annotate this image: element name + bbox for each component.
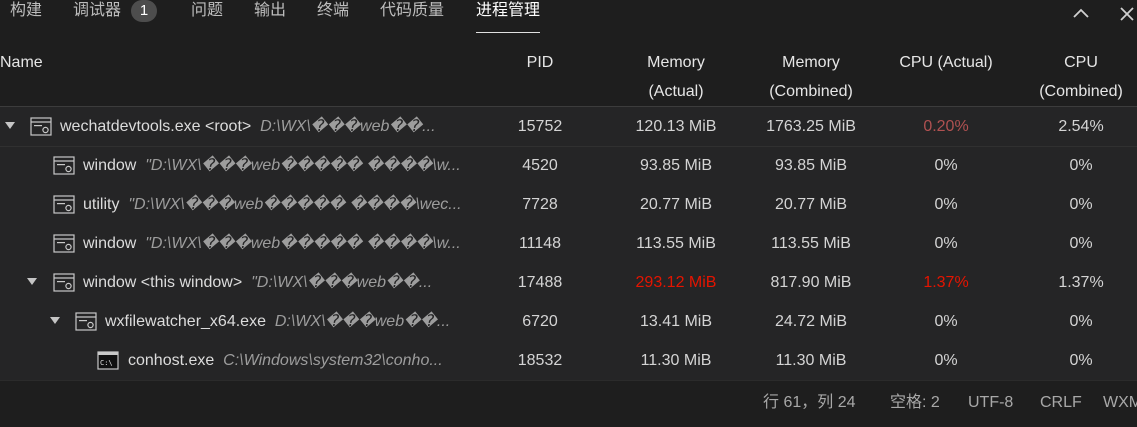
tab-debugger[interactable]: 调试器 1 — [73, 0, 158, 32]
memory-actual-cell: 11.30 MiB — [640, 352, 712, 369]
cpu-combined-cell: 0% — [1069, 313, 1093, 330]
cpu-combined-cell: 1.37% — [1058, 274, 1104, 291]
cpu-actual-cell: 0% — [934, 313, 958, 330]
status-bar: 行 61，列 24 空格: 2 UTF-8 CRLF WXML — [0, 380, 1137, 427]
table-row[interactable]: window "D:\WX\���web����� ����\w... 1114… — [0, 224, 1137, 263]
memory-actual-cell: 120.13 MiB — [635, 118, 717, 135]
memory-actual-cell: 93.85 MiB — [639, 157, 713, 174]
column-header-memory-actual[interactable]: Memory (Actual) — [616, 48, 736, 106]
process-name-cell: window "D:\WX\���web����� ����\w... — [83, 235, 461, 252]
cpu-actual-cell: 1.37% — [923, 274, 969, 291]
table-row[interactable]: window <this window> "D:\WX\���web��... … — [0, 263, 1137, 302]
table-row[interactable]: wechatdevtools.exe <root> D:\WX\���web��… — [0, 107, 1137, 147]
process-table-header: Name PID Memory (Actual) Memory (Combine… — [0, 48, 1137, 107]
process-table-body: wechatdevtools.exe <root> D:\WX\���web��… — [0, 107, 1137, 380]
tab-code-quality[interactable]: 代码质量 — [380, 0, 444, 32]
debugger-count-badge: 1 — [131, 0, 158, 22]
memory-combined-cell: 11.30 MiB — [775, 352, 847, 369]
memory-actual-cell: 13.41 MiB — [639, 313, 713, 330]
process-name-cell: window "D:\WX\���web����� ����\w... — [83, 157, 461, 174]
cpu-combined-cell: 0% — [1069, 352, 1093, 369]
process-icon — [53, 234, 75, 253]
memory-combined-cell: 93.85 MiB — [774, 157, 848, 174]
tab-output[interactable]: 输出 — [254, 0, 286, 32]
indentation-setting[interactable]: 空格: 2 — [890, 381, 940, 425]
cpu-combined-cell: 0% — [1069, 235, 1093, 252]
console-icon: C:\ — [97, 351, 119, 370]
panel-tab-bar: 构建 调试器 1 问题 输出 终端 代码质量 进程管理 — [0, 0, 1137, 36]
pid-cell: 11148 — [518, 235, 562, 252]
pid-cell: 18532 — [517, 352, 563, 369]
close-icon[interactable] — [1116, 3, 1137, 25]
cpu-combined-cell: 0% — [1069, 157, 1093, 174]
process-name-cell: conhost.exe C:\Windows\system32\conho... — [128, 352, 443, 369]
cpu-actual-cell: 0% — [934, 157, 958, 174]
process-icon — [53, 273, 75, 292]
column-header-memory-combined[interactable]: Memory (Combined) — [751, 48, 871, 106]
process-icon — [75, 312, 97, 331]
file-encoding[interactable]: UTF-8 — [968, 381, 1013, 425]
table-row[interactable]: C:\ conhost.exe C:\Windows\system32\conh… — [0, 341, 1137, 380]
expand-toggle-icon[interactable] — [5, 122, 15, 129]
cpu-actual-cell: 0% — [934, 235, 958, 252]
cpu-actual-cell: 0% — [934, 196, 958, 213]
tab-build[interactable]: 构建 — [10, 0, 42, 32]
tab-process-manager[interactable]: 进程管理 — [476, 0, 541, 33]
process-icon — [53, 156, 75, 175]
process-name-cell: utility "D:\WX\���web����� ����\wec... — [83, 196, 462, 213]
tab-problems[interactable]: 问题 — [191, 0, 223, 32]
pid-cell: 7728 — [522, 196, 558, 213]
cpu-actual-cell: 0% — [934, 352, 958, 369]
pid-cell: 15752 — [517, 118, 563, 135]
svg-text:C:\: C:\ — [100, 359, 113, 367]
memory-combined-cell: 1763.25 MiB — [766, 118, 856, 135]
memory-actual-cell: 293.12 MiB — [635, 274, 717, 291]
memory-combined-cell: 817.90 MiB — [770, 274, 852, 291]
pid-cell: 4520 — [522, 157, 558, 174]
memory-combined-cell: 24.72 MiB — [774, 313, 848, 330]
column-header-pid[interactable]: PID — [500, 48, 580, 77]
pid-cell: 6720 — [522, 313, 558, 330]
process-name-cell: wxfilewatcher_x64.exe D:\WX\���web��... — [105, 313, 451, 330]
expand-toggle-icon[interactable] — [27, 278, 37, 285]
process-icon — [53, 195, 75, 214]
cpu-actual-cell: 0.20% — [923, 118, 969, 135]
column-header-name[interactable]: Name — [0, 48, 43, 77]
column-header-cpu-actual[interactable]: CPU (Actual) — [880, 48, 1012, 77]
chevron-up-icon[interactable] — [1070, 3, 1092, 25]
process-icon — [30, 117, 52, 136]
tab-terminal[interactable]: 终端 — [317, 0, 349, 32]
memory-combined-cell: 20.77 MiB — [774, 196, 848, 213]
memory-combined-cell: 113.55 MiB — [771, 235, 851, 252]
memory-actual-cell: 113.55 MiB — [636, 235, 716, 252]
column-header-cpu-combined[interactable]: CPU (Combined) — [1025, 48, 1137, 106]
cpu-combined-cell: 2.54% — [1058, 118, 1104, 135]
memory-actual-cell: 20.77 MiB — [639, 196, 713, 213]
table-row[interactable]: utility "D:\WX\���web����� ����\wec... 7… — [0, 185, 1137, 224]
table-row[interactable]: wxfilewatcher_x64.exe D:\WX\���web��... … — [0, 302, 1137, 341]
language-mode[interactable]: WXML — [1103, 381, 1137, 425]
process-name-cell: window <this window> "D:\WX\���web��... — [83, 274, 433, 291]
pid-cell: 17488 — [517, 274, 563, 291]
table-row[interactable]: window "D:\WX\���web����� ����\w... 4520… — [0, 146, 1137, 185]
cursor-position[interactable]: 行 61，列 24 — [763, 381, 856, 425]
expand-toggle-icon[interactable] — [50, 317, 60, 324]
cpu-combined-cell: 0% — [1069, 196, 1093, 213]
process-name-cell: wechatdevtools.exe <root> D:\WX\���web��… — [60, 118, 436, 135]
line-ending[interactable]: CRLF — [1040, 381, 1082, 425]
